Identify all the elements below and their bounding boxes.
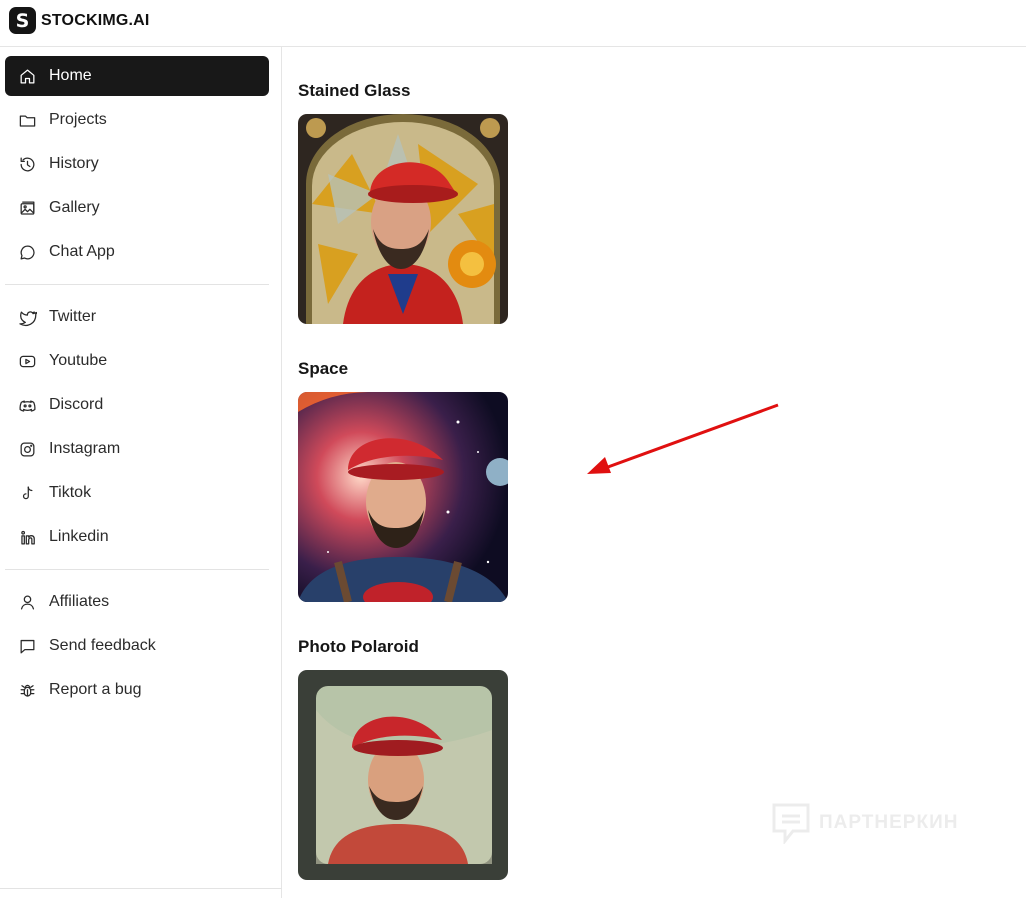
chat-icon [17, 242, 37, 262]
sidebar-item-gallery[interactable]: Gallery [5, 188, 269, 228]
gallery-icon [17, 198, 37, 218]
bug-icon [17, 680, 37, 700]
sidebar-divider [5, 569, 269, 570]
sidebar-item-label: Discord [49, 396, 104, 413]
sidebar-item-linkedin[interactable]: Linkedin [5, 517, 269, 557]
feedback-icon [17, 636, 37, 656]
sidebar-item-label: Linkedin [49, 528, 109, 545]
sidebar-item-label: Instagram [49, 440, 121, 457]
twitter-icon [17, 307, 37, 327]
sidebar-item-youtube[interactable]: Youtube [5, 341, 269, 381]
watermark: ПАРТНЕРКИН [771, 802, 958, 844]
sidebar-item-label: Home [49, 67, 92, 84]
sidebar-item-send-feedback[interactable]: Send feedback [5, 626, 269, 666]
discord-icon [17, 395, 37, 415]
tiktok-icon [17, 483, 37, 503]
style-thumbnail-photo-polaroid[interactable] [298, 670, 508, 880]
sidebar-item-report-bug[interactable]: Report a bug [5, 670, 269, 710]
sidebar-item-label: Report a bug [49, 681, 142, 698]
sidebar-item-discord[interactable]: Discord [5, 385, 269, 425]
sidebar-item-instagram[interactable]: Instagram [5, 429, 269, 469]
sidebar-item-projects[interactable]: Projects [5, 100, 269, 140]
sidebar-item-home[interactable]: Home [5, 56, 269, 96]
sidebar-bottom-divider [0, 888, 282, 889]
sidebar: Home Projects History Gallery Chat App T… [0, 47, 282, 898]
section-title-photo-polaroid: Photo Polaroid [298, 637, 419, 656]
user-icon [17, 592, 37, 612]
sidebar-item-label: Youtube [49, 352, 108, 369]
sidebar-item-label: Send feedback [49, 637, 156, 654]
section-title-stained-glass: Stained Glass [298, 81, 411, 100]
history-icon [17, 154, 37, 174]
section-title-space: Space [298, 359, 349, 378]
style-thumbnail-space[interactable] [298, 392, 508, 602]
sidebar-item-label: Chat App [49, 243, 115, 260]
sidebar-item-label: Tiktok [49, 484, 92, 501]
youtube-icon [17, 351, 37, 371]
watermark-text: ПАРТНЕРКИН [819, 812, 959, 833]
main-content: Stained Glass Space Photo Polaroid ПАРТН… [283, 47, 1026, 898]
sidebar-item-twitter[interactable]: Twitter [5, 297, 269, 337]
watermark-logo-icon [772, 803, 810, 844]
top-bar: S STOCKIMG.AI [0, 0, 1026, 47]
annotation-arrow [587, 403, 779, 474]
logo-badge-icon: S [9, 7, 36, 34]
instagram-icon [17, 439, 37, 459]
sidebar-item-label: Twitter [49, 308, 97, 325]
sidebar-item-chat-app[interactable]: Chat App [5, 232, 269, 272]
sidebar-divider [5, 284, 269, 285]
style-thumbnail-stained-glass[interactable] [298, 114, 508, 324]
brand-logo[interactable]: S STOCKIMG.AI [9, 7, 150, 34]
sidebar-item-history[interactable]: History [5, 144, 269, 184]
sidebar-item-label: History [49, 155, 99, 172]
home-icon [17, 66, 37, 86]
folder-icon [17, 110, 37, 130]
sidebar-item-tiktok[interactable]: Tiktok [5, 473, 269, 513]
brand-name: STOCKIMG.AI [41, 11, 150, 29]
sidebar-item-label: Projects [49, 111, 107, 128]
sidebar-item-label: Affiliates [49, 593, 110, 610]
sidebar-item-affiliates[interactable]: Affiliates [5, 582, 269, 622]
linkedin-icon [17, 527, 37, 547]
sidebar-item-label: Gallery [49, 199, 100, 216]
